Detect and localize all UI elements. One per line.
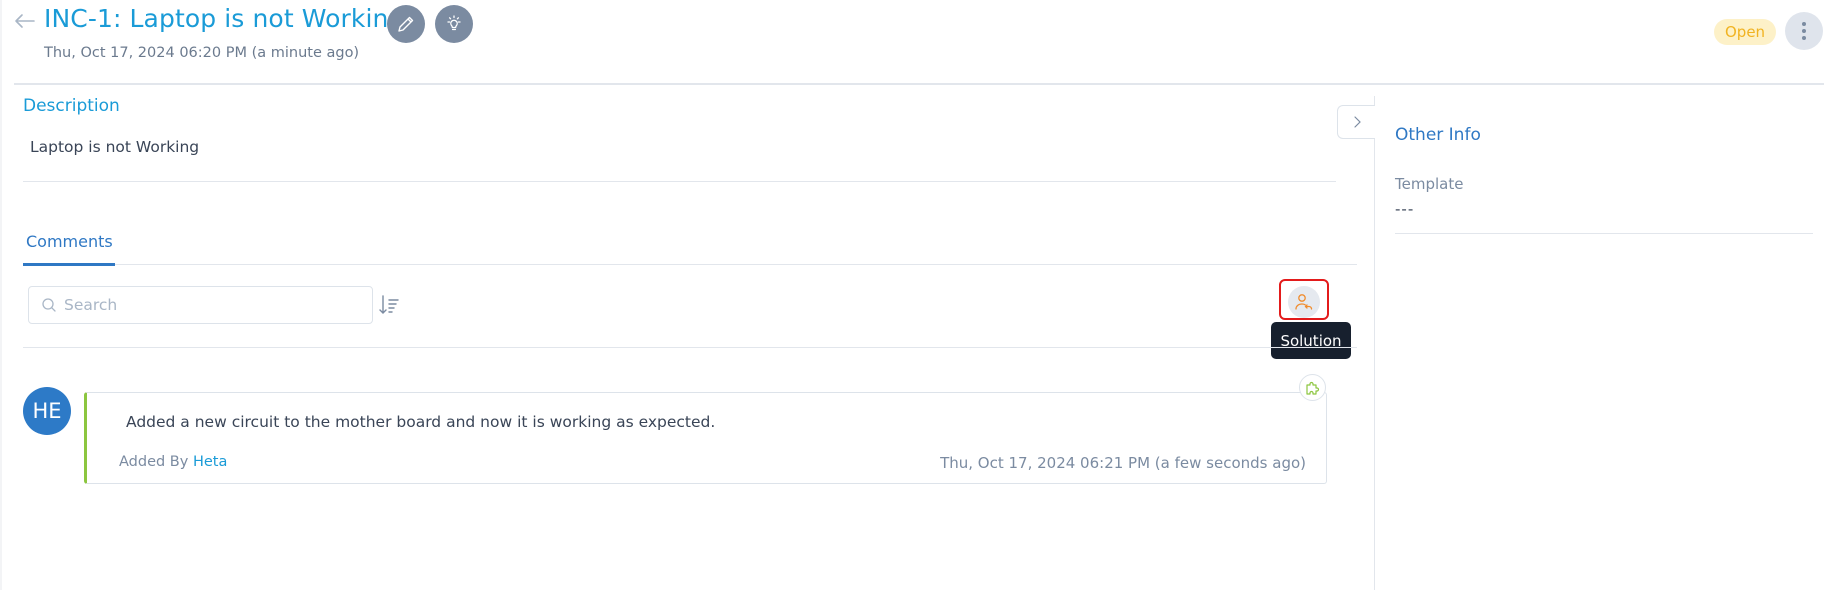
active-tab-indicator — [23, 263, 115, 266]
tab-comments[interactable]: Comments — [26, 232, 113, 251]
template-label: Template — [1395, 175, 1464, 193]
page-title: INC-1: Laptop is not Working — [44, 4, 405, 33]
chevron-right-icon — [1353, 116, 1361, 128]
created-timestamp: Thu, Oct 17, 2024 06:20 PM (a minute ago… — [44, 45, 360, 61]
more-dot — [1802, 36, 1806, 40]
comment-text: Added a new circuit to the mother board … — [126, 413, 716, 431]
collapse-sidebar-button[interactable] — [1337, 105, 1375, 139]
comment-author-link[interactable]: Heta — [193, 454, 227, 470]
incident-detail-page: INC-1: Laptop is not Working Thu, Oct 17… — [0, 0, 1835, 590]
comment-search-box[interactable] — [28, 286, 373, 324]
solution-highlight-box — [1279, 279, 1329, 320]
arrow-left-icon — [15, 14, 35, 28]
comment-author-line: Added By Heta — [119, 454, 227, 470]
more-dot — [1802, 29, 1806, 33]
toolbar-divider — [23, 347, 1357, 348]
added-by-label: Added By — [119, 454, 189, 470]
sort-descending-icon — [379, 295, 399, 314]
sidebar-divider — [1374, 96, 1375, 590]
edit-button[interactable] — [387, 5, 425, 43]
template-value: --- — [1395, 200, 1415, 218]
search-input[interactable] — [64, 296, 354, 314]
description-divider — [23, 181, 1336, 182]
more-options-button[interactable] — [1785, 12, 1823, 50]
pencil-icon — [398, 16, 414, 32]
lightbulb-icon — [447, 15, 461, 31]
comment-timestamp: Thu, Oct 17, 2024 06:21 PM (a few second… — [940, 454, 1306, 472]
status-badge: Open — [1714, 19, 1777, 45]
description-heading: Description — [23, 96, 120, 116]
back-button[interactable] — [12, 8, 38, 34]
solution-tooltip: Solution — [1271, 322, 1351, 359]
avatar: HE — [23, 387, 71, 435]
tabs-divider — [23, 264, 1357, 265]
sort-button[interactable] — [378, 293, 402, 317]
template-divider — [1395, 233, 1813, 234]
description-text: Laptop is not Working — [30, 138, 200, 156]
other-info-heading: Other Info — [1395, 125, 1481, 145]
more-vertical-icon — [1802, 22, 1806, 26]
lightbulb-button[interactable] — [435, 5, 473, 43]
search-icon — [42, 298, 56, 312]
header-divider — [14, 83, 1824, 85]
puzzle-icon — [1305, 381, 1319, 395]
solution-badge — [1299, 374, 1326, 401]
